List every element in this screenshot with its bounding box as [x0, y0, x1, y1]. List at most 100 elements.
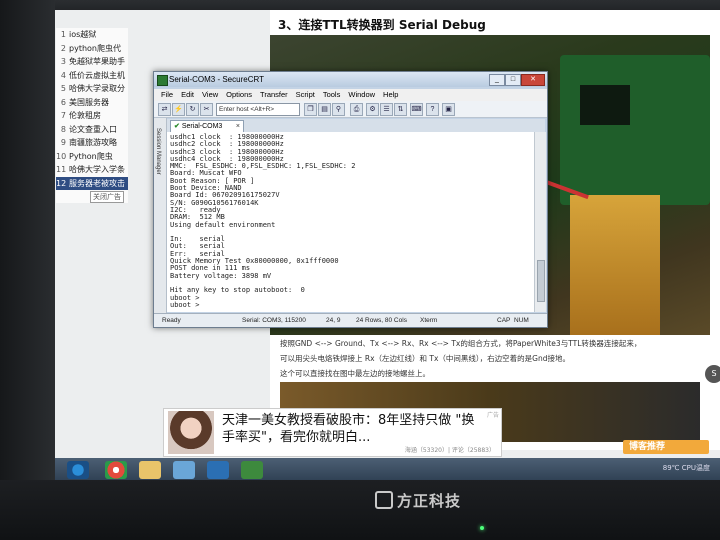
menu-item-file[interactable]: File	[161, 90, 173, 99]
sidebar-item-number: 5	[60, 84, 66, 93]
keymap-icon[interactable]: ⌨	[410, 103, 423, 116]
menu-item-options[interactable]: Options	[226, 90, 252, 99]
sidebar-item-number: 9	[60, 138, 66, 147]
sidebar-item-number: 10	[56, 151, 67, 161]
menu-item-script[interactable]: Script	[296, 90, 315, 99]
article-paragraph-line: 可以用尖头电烙铁焊接上 Rx（左边红线）和 Tx（中间黑线），右边空着的是Gnd…	[280, 354, 571, 363]
sidebar-item[interactable]: 4 低价云虚拟主机	[56, 69, 128, 83]
ad-meta: 海涵（53320）| 评论（25883）	[404, 447, 495, 454]
app-icon[interactable]	[207, 461, 229, 479]
status-cursor-pos: 24, 9	[326, 317, 341, 324]
terminal-output[interactable]: usdhc1 clock : 198000000Hz usdhc2 clock …	[167, 132, 534, 312]
status-bar: Ready Serial: COM3, 115200 24, 9 24 Rows…	[154, 313, 547, 327]
monitor-bezel-left	[0, 0, 55, 540]
sidebar-item[interactable]: 7 伦敦租房	[56, 109, 128, 123]
sidebar-item[interactable]: 12 服务器老被攻击	[56, 176, 128, 190]
menu-item-edit[interactable]: Edit	[181, 90, 194, 99]
disconnect-icon[interactable]: ✂	[200, 103, 213, 116]
sidebar-item-label: 低价云虚拟主机	[69, 70, 125, 80]
quick-connect-icon[interactable]: ⚡	[172, 103, 185, 116]
sidebar-item-number: 4	[60, 70, 66, 80]
sidebar-item[interactable]: 1 ios越狱	[56, 28, 128, 42]
sidebar-item[interactable]: 6 美国服务器	[56, 96, 128, 110]
sidebar-item[interactable]: 5 哈佛大学录取分	[56, 82, 128, 96]
brand-name: 方正科技	[397, 492, 462, 510]
sidebar-item-number: 1	[60, 30, 66, 39]
status-term-type: Xterm	[420, 317, 438, 324]
ad-banner[interactable]: 天津一美女教授看破股市：8年坚持只做 "换 手率买"，看完你就明白... 海涵（…	[163, 408, 502, 457]
sidebar-item[interactable]: 3 免越狱苹果助手	[56, 55, 128, 69]
power-led	[480, 526, 484, 530]
window-titlebar[interactable]: Serial-COM3 - SecureCRT _ □ ✕	[154, 72, 547, 87]
reconnect-icon[interactable]: ↻	[186, 103, 199, 116]
connect-icon[interactable]: ⇄	[158, 103, 171, 116]
terminal-text: usdhc1 clock : 198000000Hz usdhc2 clock …	[170, 133, 356, 309]
toolbar: ⇄ ⚡ ↻ ✂ Enter host <Alt+R> ❐ ▤ ⚲ ⎙ ⚙ ☰ ⇅…	[154, 101, 547, 118]
sidebar-item-number: 8	[60, 124, 66, 134]
hot-search-sidebar: 1 ios越狱 2 python爬虫代 3 免越狱苹果助手 4 低价云虚拟主机 5 哈佛大学录取分…	[56, 28, 128, 203]
sidebar-item[interactable]: 11 哈佛大学入学条	[56, 163, 128, 177]
sidebar-item-label: 哈佛大学入学条	[69, 165, 125, 174]
sidebar-item-label: 服务器老被攻击	[69, 178, 125, 188]
scrollbar-thumb[interactable]	[537, 260, 545, 302]
status-size: 24 Rows, 80 Cols	[356, 317, 407, 324]
ad-text-line: 手率买"，看完你就明白...	[222, 430, 371, 445]
blog-recommend-badge[interactable]: 博客推荐	[623, 440, 709, 454]
sidebar-item-label: 论文查重入口	[69, 124, 117, 134]
sidebar-item-number: 11	[56, 165, 67, 174]
menu-item-transfer[interactable]: Transfer	[260, 90, 288, 99]
copy-icon[interactable]: ❐	[304, 103, 317, 116]
monitor-brand: 方正科技	[375, 490, 461, 511]
sidebar-item-label: Python爬虫	[69, 151, 113, 161]
article-heading: 3、连接TTL转换器到 Serial Debug	[278, 18, 486, 32]
sidebar-item-label: 南疆旅游攻略	[69, 138, 117, 147]
chrome-icon[interactable]	[105, 461, 127, 479]
sidebar-item-label: 伦敦租房	[69, 111, 101, 120]
about-icon[interactable]: ▣	[442, 103, 455, 116]
help-icon[interactable]: ?	[426, 103, 439, 116]
menu-item-window[interactable]: Window	[348, 90, 375, 99]
securecrt-window: Serial-COM3 - SecureCRT _ □ ✕ File Edit Vi…	[153, 71, 548, 328]
sidebar-item-label: ios越狱	[69, 30, 97, 39]
minimize-button[interactable]: _	[489, 74, 505, 86]
scroll-top-icon[interactable]: S	[705, 365, 720, 383]
paste-icon[interactable]: ▤	[318, 103, 331, 116]
close-ad-button[interactable]: 关闭广告	[90, 191, 124, 203]
print-icon[interactable]: ⎙	[350, 103, 363, 116]
sidebar-item-number: 3	[60, 57, 66, 66]
status-num: NUM	[514, 317, 529, 324]
sidebar-item[interactable]: 9 南疆旅游攻略	[56, 136, 128, 150]
securecrt-app-icon	[157, 75, 168, 86]
maximize-button[interactable]: □	[505, 74, 521, 86]
settings-icon[interactable]: ⚙	[366, 103, 379, 116]
window-title: Serial-COM3 - SecureCRT	[169, 75, 264, 84]
sftp-icon[interactable]: ⇅	[394, 103, 407, 116]
cloud-app-icon[interactable]	[173, 461, 195, 479]
find-icon[interactable]: ⚲	[332, 103, 345, 116]
sidebar-item-label: 美国服务器	[69, 97, 109, 107]
sidebar-item[interactable]: 8 论文查重入口	[56, 123, 128, 137]
securecrt-taskbar-icon[interactable]	[241, 461, 263, 479]
sidebar-item-number: 6	[60, 97, 66, 107]
host-input[interactable]: Enter host <Alt+R>	[216, 103, 300, 116]
sidebar-item-label: 哈佛大学录取分	[69, 84, 125, 93]
pcb-board	[560, 55, 710, 205]
ad-text[interactable]: 天津一美女教授看破股市：8年坚持只做 "换 手率买"，看完你就明白...	[222, 412, 474, 446]
flex-cable	[570, 195, 660, 335]
terminal-scrollbar[interactable]	[534, 132, 546, 312]
close-button[interactable]: ✕	[521, 74, 545, 86]
tab-label: Serial-COM3	[181, 123, 223, 130]
ad-text-line: 天津一美女教授看破股市：8年坚持只做 "换	[222, 413, 475, 428]
folder-icon[interactable]	[139, 461, 161, 479]
menu-item-help[interactable]: Help	[383, 90, 398, 99]
sidebar-item[interactable]: 2 python爬虫代	[56, 42, 128, 56]
menu-item-tools[interactable]: Tools	[323, 90, 341, 99]
sidebar-item[interactable]: 10 Python爬虫	[56, 150, 128, 164]
menu-item-view[interactable]: View	[202, 90, 218, 99]
article-paragraph-line: 按照GND <--> Ground、Tx <--> Rx、Rx <--> Tx的…	[280, 339, 642, 348]
start-button-icon[interactable]	[67, 461, 89, 479]
session-manager-strip[interactable]: Session Manager	[154, 118, 167, 313]
taskbar: 89℃ CPU温度	[55, 458, 720, 482]
options-icon[interactable]: ☰	[380, 103, 393, 116]
chip	[580, 85, 630, 125]
